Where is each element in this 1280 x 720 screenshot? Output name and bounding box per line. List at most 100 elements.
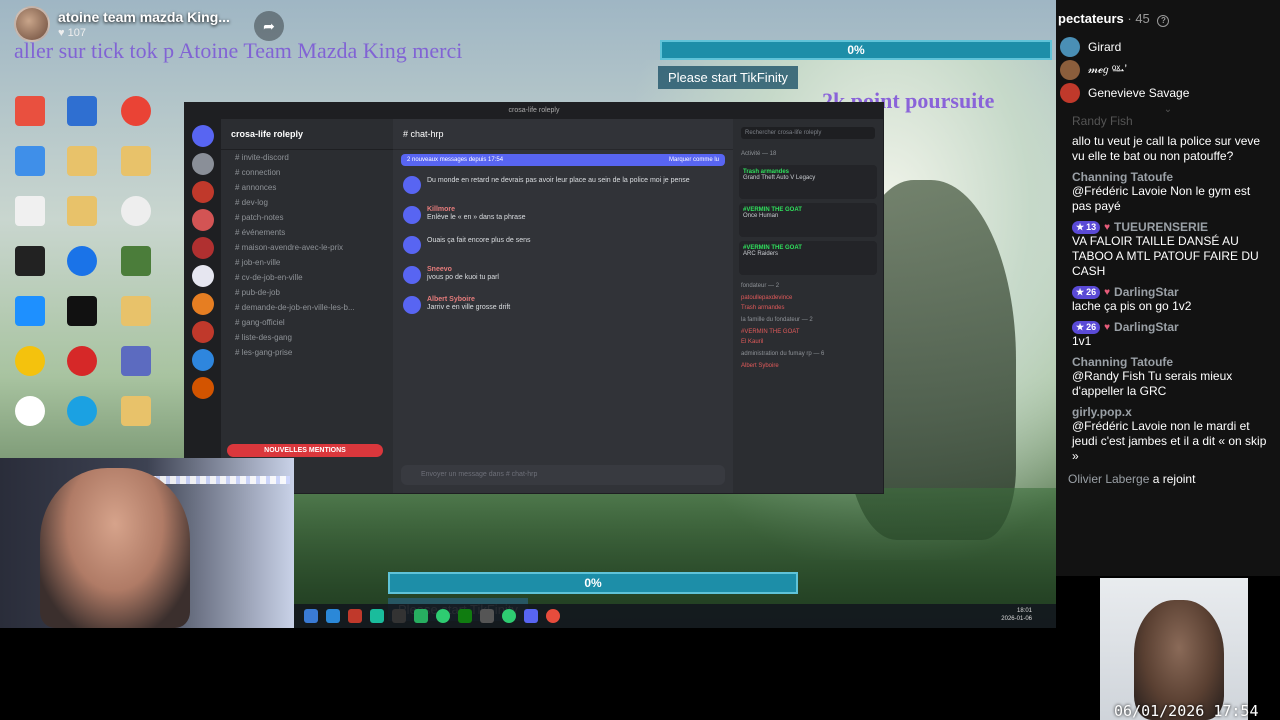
- chat-username[interactable]: DarlingStar: [1114, 285, 1179, 299]
- opera-icon[interactable]: [67, 346, 97, 376]
- activity-card[interactable]: #VERMIN THE GOAT ARC Raiders: [739, 241, 877, 275]
- user-avatar[interactable]: [403, 236, 421, 254]
- folder-icon[interactable]: [67, 196, 97, 226]
- share-button[interactable]: ➦: [254, 11, 284, 41]
- taskbar-app-icon[interactable]: [502, 609, 516, 623]
- edge-icon[interactable]: [67, 396, 97, 426]
- taskbar-app-icon[interactable]: [304, 609, 318, 623]
- app-icon[interactable]: [67, 246, 97, 276]
- discord-taskbar-icon[interactable]: [524, 609, 538, 623]
- channel-item[interactable]: # demande-de-job-en-ville-les-b...: [221, 300, 393, 315]
- user-avatar[interactable]: [403, 266, 421, 284]
- viewer-item[interactable]: 𝓂ℯ𝑔 ᵒ̶ˣ̶·’: [1056, 58, 1280, 81]
- channel-item[interactable]: # connection: [221, 165, 393, 180]
- app-icon[interactable]: [121, 196, 151, 226]
- chat-username[interactable]: Randy Fish: [1072, 114, 1272, 128]
- channel-item[interactable]: # invite-discord: [221, 150, 393, 165]
- taskbar-app-icon[interactable]: [480, 609, 494, 623]
- channel-item[interactable]: # dev-log: [221, 195, 393, 210]
- taskbar-app-icon[interactable]: [348, 609, 362, 623]
- file-icon[interactable]: [67, 96, 97, 126]
- epic-games-icon[interactable]: [67, 296, 97, 326]
- folder-icon[interactable]: [121, 146, 151, 176]
- streamer-avatar[interactable]: [14, 6, 50, 42]
- taskbar-app-icon[interactable]: [392, 609, 406, 623]
- file-icon[interactable]: [15, 196, 45, 226]
- channel-item[interactable]: # liste-des-gang: [221, 330, 393, 345]
- app-icon[interactable]: [121, 246, 151, 276]
- discord-window[interactable]: crosa-life roleply crosa-life roleply # …: [184, 102, 884, 494]
- server-search-input[interactable]: Rechercher crosa-life roleply: [741, 127, 875, 139]
- taskbar-clock[interactable]: 18:01 2026-01-06: [1001, 607, 1032, 623]
- viewer-item[interactable]: Girard: [1056, 35, 1280, 58]
- taskbar-app-icon[interactable]: [414, 609, 428, 623]
- chat-username[interactable]: girly.pop.x: [1072, 405, 1132, 419]
- spotify-icon[interactable]: [436, 609, 450, 623]
- server-icon[interactable]: [192, 321, 214, 343]
- viewer-item[interactable]: Genevieve Savage: [1056, 81, 1280, 104]
- server-icon[interactable]: [192, 377, 214, 399]
- chevron-down-icon[interactable]: ⌄: [1056, 104, 1280, 115]
- server-icon[interactable]: [192, 293, 214, 315]
- member-item[interactable]: #VERMIN THE GOAT: [733, 327, 883, 337]
- xbox-icon[interactable]: [458, 609, 472, 623]
- server-icon[interactable]: [192, 265, 214, 287]
- discord-home-icon[interactable]: [192, 125, 214, 147]
- taskbar-app-icon[interactable]: [326, 609, 340, 623]
- help-icon[interactable]: ?: [1157, 15, 1170, 27]
- app-icon[interactable]: [15, 296, 45, 326]
- message-composer[interactable]: Envoyer un message dans # chat-hrp: [401, 465, 725, 485]
- app-icon[interactable]: [15, 146, 45, 176]
- folder-icon[interactable]: [121, 296, 151, 326]
- channel-item[interactable]: # événements: [221, 225, 393, 240]
- folder-icon[interactable]: [67, 146, 97, 176]
- new-messages-bar[interactable]: 2 nouveaux messages depuis 17:54 Marquer…: [401, 154, 725, 166]
- chrome-icon[interactable]: [15, 346, 45, 376]
- clock-icon[interactable]: [15, 396, 45, 426]
- server-icon[interactable]: [192, 209, 214, 231]
- user-avatar[interactable]: [403, 296, 421, 314]
- user-avatar[interactable]: [403, 206, 421, 224]
- chat-username[interactable]: Channing Tatoufe: [1072, 170, 1173, 184]
- message-author[interactable]: Albert Syboire: [427, 296, 510, 303]
- channel-item[interactable]: # maison-avendre-avec-le-prix: [221, 240, 393, 255]
- channel-item[interactable]: # cv-de-job-en-ville: [221, 270, 393, 285]
- member-item[interactable]: Albert Syboire: [733, 361, 883, 371]
- message-text: Du monde en retard ne devrais pas avoir …: [427, 177, 690, 184]
- member-item[interactable]: patoullepaxdevince: [733, 293, 883, 303]
- chrome-icon[interactable]: [121, 96, 151, 126]
- channel-item[interactable]: # pub-de-job: [221, 285, 393, 300]
- chat-username[interactable]: TUEURENSERIE: [1114, 220, 1208, 234]
- message-text: jvous po de kuoi tu parl: [427, 274, 499, 281]
- user-avatar[interactable]: [403, 176, 421, 194]
- channel-item[interactable]: # job-en-ville: [221, 255, 393, 270]
- server-name[interactable]: crosa-life roleply: [221, 119, 393, 150]
- level-icon: ★: [1076, 321, 1085, 332]
- chat-username[interactable]: Channing Tatoufe: [1072, 355, 1173, 369]
- message-author[interactable]: Killmore: [427, 206, 525, 213]
- activity-card[interactable]: Trash armandes Grand Theft Auto V Legacy: [739, 165, 877, 199]
- new-mentions-pill[interactable]: NOUVELLES MENTIONS: [227, 444, 383, 457]
- message-author[interactable]: Sneevo: [427, 266, 499, 273]
- joined-user[interactable]: Olivier Laberge: [1068, 472, 1149, 486]
- taskbar-app-icon[interactable]: [370, 609, 384, 623]
- channel-item[interactable]: # les-gang-prise: [221, 345, 393, 360]
- folder-icon[interactable]: [121, 396, 151, 426]
- chrome-taskbar-icon[interactable]: [546, 609, 560, 623]
- channel-item[interactable]: # annonces: [221, 180, 393, 195]
- activity-card[interactable]: #VERMIN THE GOAT Once Human: [739, 203, 877, 237]
- server-icon[interactable]: [192, 237, 214, 259]
- level-icon: ★: [1076, 221, 1085, 232]
- server-icon[interactable]: [192, 153, 214, 175]
- server-icon[interactable]: [192, 181, 214, 203]
- mark-read-button[interactable]: Marquer comme lu: [669, 157, 719, 163]
- channel-item[interactable]: # gang-officiel: [221, 315, 393, 330]
- member-item[interactable]: El Kauril: [733, 337, 883, 347]
- chat-username[interactable]: DarlingStar: [1114, 320, 1179, 334]
- app-icon[interactable]: [15, 246, 45, 276]
- server-icon[interactable]: [192, 349, 214, 371]
- app-icon[interactable]: [121, 346, 151, 376]
- member-item[interactable]: Trash armandes: [733, 303, 883, 313]
- channel-item[interactable]: # patch-notes: [221, 210, 393, 225]
- app-icon[interactable]: [15, 96, 45, 126]
